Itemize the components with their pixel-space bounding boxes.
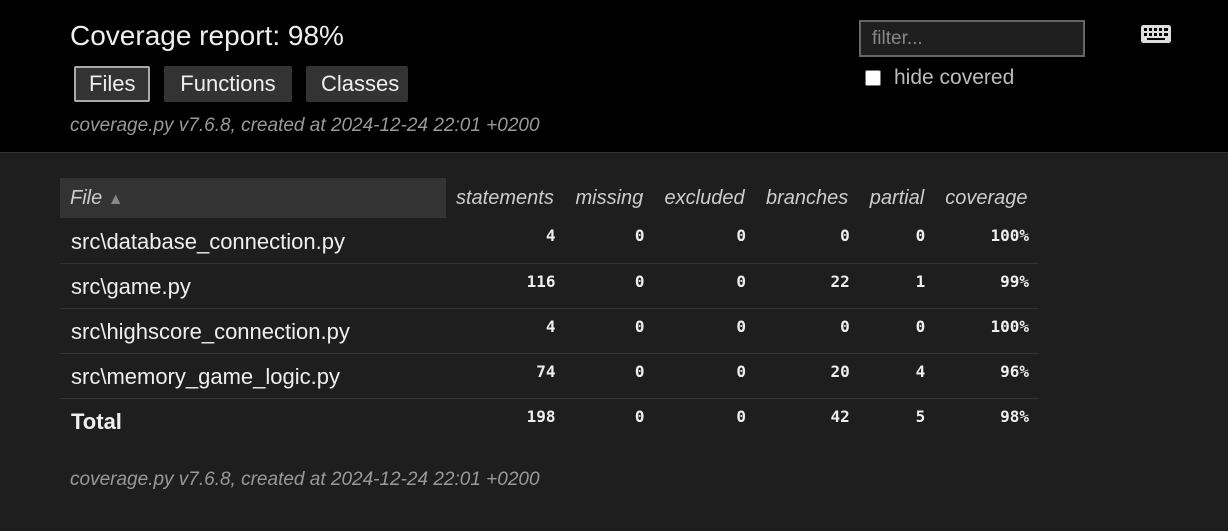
column-header-file[interactable]: File ▲ — [60, 178, 446, 218]
coverage-cell: 96% — [935, 353, 1039, 399]
tab-functions[interactable]: Functions — [164, 66, 292, 102]
hide-covered-toggle[interactable]: hide covered — [865, 66, 1014, 90]
file-link[interactable]: src\highscore_connection.py — [60, 308, 446, 354]
file-link[interactable]: src\game.py — [60, 263, 446, 309]
table-header-row: File ▲ statements missing excluded branc… — [60, 178, 1039, 218]
column-header-statements[interactable]: statements — [446, 178, 565, 218]
column-header-partial[interactable]: partial — [860, 178, 936, 218]
coverage-cell: 100% — [935, 218, 1039, 264]
partial-cell: 5 — [915, 406, 926, 426]
page-title: Coverage report: 98% — [70, 20, 344, 51]
footer-created-text: coverage.py v7.6.8, created at 2024-12-2… — [70, 469, 540, 490]
missing-cell: 0 — [565, 353, 655, 399]
branches-cell: 22 — [755, 263, 860, 309]
hide-covered-label: hide covered — [894, 66, 1015, 89]
coverage-cell: 98% — [1000, 406, 1029, 426]
tab-files[interactable]: Files — [74, 66, 150, 102]
branches-cell: 20 — [755, 353, 860, 399]
branches-cell: 0 — [755, 308, 860, 354]
partial-cell: 0 — [859, 218, 936, 264]
column-header-coverage[interactable]: coverage — [935, 178, 1039, 218]
partial-cell: 4 — [859, 353, 936, 399]
excluded-cell: 0 — [654, 353, 756, 399]
statements-cell: 74 — [446, 353, 566, 399]
excluded-cell: 0 — [736, 406, 746, 426]
branches-cell: 0 — [755, 218, 860, 264]
keyboard-icon[interactable] — [1141, 25, 1171, 43]
total-label: Total — [71, 409, 122, 435]
coverage-table: File ▲ statements missing excluded branc… — [60, 178, 1039, 443]
report-header: Coverage report: 98% Files Functions Cla… — [0, 0, 1228, 153]
branches-cell: 42 — [830, 406, 850, 426]
statements-cell: 116 — [446, 263, 566, 309]
table-row: src\highscore_connection.py 4 0 0 0 0 10… — [60, 308, 1039, 354]
coverage-cell: 100% — [935, 308, 1039, 354]
coverage-cell: 99% — [935, 263, 1039, 309]
missing-cell: 0 — [634, 406, 645, 426]
excluded-cell: 0 — [654, 263, 756, 309]
excluded-cell: 0 — [654, 218, 756, 264]
table-row: src\database_connection.py 4 0 0 0 0 100… — [60, 218, 1039, 264]
header-created-text: coverage.py v7.6.8, created at 2024-12-2… — [70, 115, 540, 136]
tab-classes[interactable]: Classes — [306, 66, 408, 102]
missing-cell: 0 — [565, 308, 655, 354]
partial-cell: 1 — [859, 263, 936, 309]
hide-covered-checkbox[interactable] — [865, 70, 881, 86]
statements-cell: 4 — [446, 218, 566, 264]
file-link[interactable]: src\database_connection.py — [60, 218, 446, 264]
total-row: Total 198 0 0 42 5 98% — [60, 398, 1039, 443]
missing-cell: 0 — [565, 218, 655, 264]
statements-cell: 198 — [526, 406, 556, 426]
statements-cell: 4 — [446, 308, 566, 354]
filter-input[interactable] — [859, 20, 1085, 57]
sort-ascending-icon: ▲ — [107, 190, 124, 208]
table-row: src\memory_game_logic.py 74 0 0 20 4 96% — [60, 353, 1039, 399]
partial-cell: 0 — [859, 308, 936, 354]
column-header-excluded[interactable]: excluded — [655, 178, 756, 218]
column-header-branches[interactable]: branches — [756, 178, 860, 218]
table-row: src\game.py 116 0 0 22 1 99% — [60, 263, 1039, 309]
file-link[interactable]: src\memory_game_logic.py — [60, 353, 446, 399]
column-header-missing[interactable]: missing — [565, 178, 654, 218]
missing-cell: 0 — [565, 263, 655, 309]
excluded-cell: 0 — [654, 308, 756, 354]
